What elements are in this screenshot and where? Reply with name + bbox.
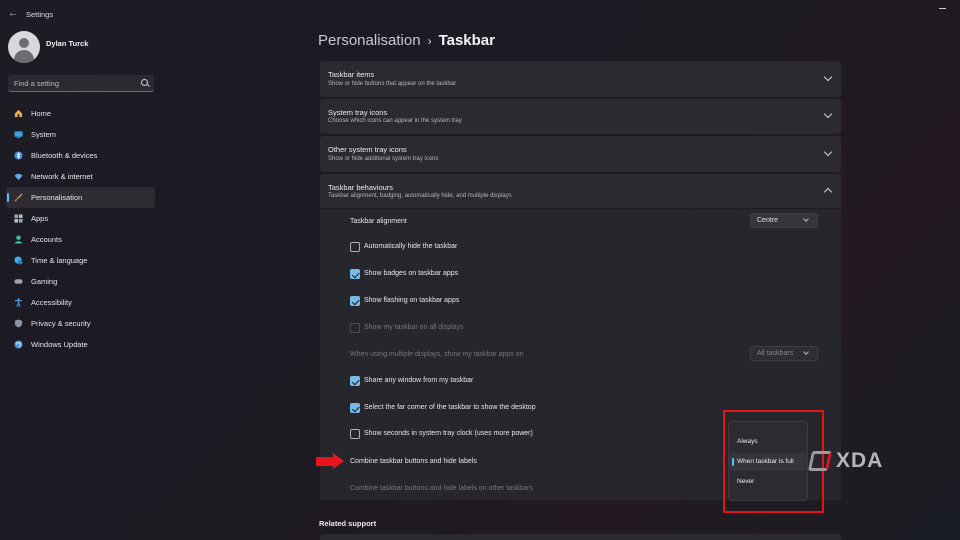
taskbar-alignment-label: Taskbar alignment (350, 218, 407, 225)
avatar[interactable] (8, 31, 40, 63)
sidebar-item-gaming[interactable]: Gaming (6, 271, 155, 292)
apps-icon (14, 214, 23, 223)
xda-logo-icon (807, 451, 833, 471)
sidebar-item-windows-update[interactable]: Windows Update (6, 334, 155, 355)
share-window-checkbox[interactable] (350, 376, 360, 386)
flashing-checkbox[interactable] (350, 296, 360, 306)
section-other-system-tray-icons[interactable]: Other system tray icons Show or hide add… (320, 136, 841, 172)
accessibility-icon (14, 298, 23, 307)
chevron-up-icon[interactable] (823, 187, 833, 197)
sidebar-item-privacy[interactable]: Privacy & security (6, 313, 155, 334)
user-name[interactable]: Dylan Turck (46, 39, 88, 48)
section-description: Show or hide buttons that appear on the … (328, 81, 457, 87)
breadcrumb-parent[interactable]: Personalisation (318, 32, 421, 49)
sidebar-item-label: Time & language (31, 256, 88, 265)
app-title: Settings (26, 10, 54, 19)
red-arrow-shaft (316, 457, 334, 466)
section-description: Show or hide additional system tray icon… (328, 156, 439, 162)
sidebar-item-label: Accounts (31, 235, 62, 244)
seconds-checkbox[interactable] (350, 429, 360, 439)
far-corner-checkbox[interactable] (350, 403, 360, 413)
brush-icon (14, 193, 23, 202)
multi-display-dropdown: All taskbars (750, 346, 818, 361)
section-title: Taskbar behaviours (328, 183, 394, 192)
sidebar-item-system[interactable]: System (6, 124, 155, 145)
section-title: Other system tray icons (328, 145, 407, 154)
shield-icon (14, 319, 23, 328)
badges-checkbox[interactable] (350, 269, 360, 279)
title-bar: ← Settings (0, 0, 960, 28)
breadcrumb-separator: › (427, 34, 432, 48)
avatar-body-icon (14, 50, 34, 63)
search-box[interactable] (8, 75, 154, 92)
seconds-label: Show seconds in system tray clock (uses … (364, 430, 533, 437)
dropdown-value: Centre (757, 217, 779, 224)
page-title: Taskbar (438, 32, 495, 49)
section-description: Taskbar alignment, badging, automaticall… (328, 193, 512, 199)
auto-hide-checkbox[interactable] (350, 242, 360, 252)
sidebar-nav: Home System Bluetooth & devices Network … (6, 103, 155, 355)
update-icon (14, 340, 23, 349)
all-displays-checkbox (350, 323, 360, 333)
all-displays-label: Show my taskbar on all displays (364, 324, 464, 331)
multi-display-label: When using multiple displays, show my ta… (350, 351, 524, 358)
home-icon (14, 109, 23, 118)
section-description: Choose which icons can appear in the sys… (328, 118, 462, 124)
sidebar-item-label: Accessibility (31, 298, 72, 307)
search-input[interactable] (14, 75, 134, 91)
far-corner-label: Select the far corner of the taskbar to … (364, 404, 536, 411)
sidebar-item-apps[interactable]: Apps (6, 208, 155, 229)
avatar-head-icon (19, 38, 29, 48)
gamepad-icon (14, 277, 23, 286)
sidebar-item-accounts[interactable]: Accounts (6, 229, 155, 250)
sidebar-item-home[interactable]: Home (6, 103, 155, 124)
sidebar-item-label: Home (31, 109, 52, 118)
sidebar-item-accessibility[interactable]: Accessibility (6, 292, 155, 313)
badges-label: Show badges on taskbar apps (364, 270, 459, 277)
section-title: Taskbar items (328, 70, 375, 79)
flashing-label: Show flashing on taskbar apps (364, 297, 460, 304)
sidebar-item-time-language[interactable]: Time & language (6, 250, 155, 271)
chevron-down-icon[interactable] (823, 72, 833, 82)
sidebar-item-label: Privacy & security (31, 319, 91, 328)
taskbar-alignment-dropdown[interactable]: Centre (750, 213, 818, 228)
section-taskbar-items[interactable]: Taskbar items Show or hide buttons that … (320, 61, 841, 97)
sidebar-item-label: Windows Update (31, 340, 88, 349)
sidebar-item-label: Gaming (31, 277, 58, 286)
search-icon[interactable] (141, 79, 148, 86)
sidebar-item-bluetooth[interactable]: Bluetooth & devices (6, 145, 155, 166)
section-system-tray-icons[interactable]: System tray icons Choose which icons can… (320, 99, 841, 134)
share-window-label: Share any window from my taskbar (364, 377, 474, 384)
dropdown-value: All taskbars (757, 350, 794, 357)
chevron-down-icon[interactable] (823, 109, 833, 119)
related-support-card[interactable] (320, 534, 841, 540)
sidebar-item-label: Personalisation (31, 193, 83, 202)
person-icon (14, 235, 23, 244)
minimize-button[interactable] (939, 5, 947, 11)
monitor-icon (14, 130, 23, 139)
sidebar-item-label: Network & internet (31, 172, 93, 181)
chevron-down-icon (803, 349, 809, 355)
section-title: System tray icons (328, 108, 388, 117)
wifi-icon (14, 172, 23, 181)
breadcrumb: Personalisation › Taskbar (318, 32, 495, 49)
red-arrow-icon (333, 453, 344, 469)
back-arrow-icon[interactable]: ← (8, 8, 18, 20)
chevron-down-icon[interactable] (823, 147, 833, 157)
combine-other-label: Combine taskbar buttons and hide labels … (350, 485, 533, 492)
sidebar-item-label: Apps (31, 214, 49, 223)
related-support-heading: Related support (319, 519, 377, 528)
combine-buttons-label: Combine taskbar buttons and hide labels (350, 458, 477, 465)
chevron-down-icon (803, 216, 809, 222)
bluetooth-icon (14, 151, 23, 160)
sidebar-item-personalisation[interactable]: Personalisation (6, 187, 155, 208)
globe-clock-icon (14, 256, 23, 265)
watermark-text: XDA (836, 449, 884, 472)
sidebar-item-label: System (31, 130, 57, 139)
sidebar-item-network[interactable]: Network & internet (6, 166, 155, 187)
sidebar-item-label: Bluetooth & devices (31, 151, 98, 160)
section-taskbar-behaviours[interactable]: Taskbar behaviours Taskbar alignment, ba… (320, 174, 841, 208)
auto-hide-label: Automatically hide the taskbar (364, 243, 458, 250)
